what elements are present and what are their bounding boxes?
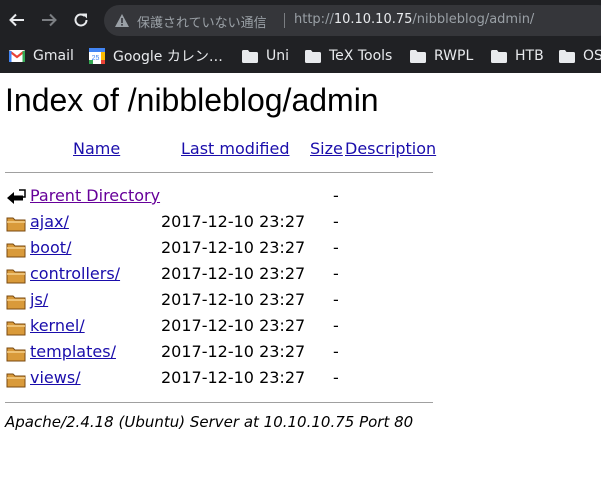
- bookmark-folder-os[interactable]: OS: [559, 46, 601, 66]
- directory-link[interactable]: templates/: [30, 342, 116, 361]
- size-value: -: [333, 342, 339, 361]
- address-bar[interactable]: 保護されていない通信 http://10.10.10.75/nibbleblog…: [104, 5, 601, 36]
- bookmark-label: TeX Tools: [329, 48, 393, 64]
- url-path: /nibbleblog/admin/: [412, 12, 535, 27]
- directory-link[interactable]: ajax/: [30, 212, 69, 231]
- forward-button[interactable]: [38, 9, 60, 31]
- header-divider: [5, 172, 433, 173]
- size-value: -: [333, 238, 339, 257]
- directory-link[interactable]: js/: [30, 290, 48, 309]
- directory-row: kernel/ 2017-12-10 23:27 -: [0, 314, 601, 340]
- page-title: Index of /nibbleblog/admin: [5, 82, 379, 118]
- bookmark-label: OS: [583, 48, 601, 64]
- back-arrow-icon: [7, 189, 26, 204]
- size-value: -: [333, 186, 339, 205]
- size-value: -: [333, 316, 339, 335]
- browser-chrome: 保護されていない通信 http://10.10.10.75/nibbleblog…: [0, 0, 601, 73]
- last-modified-value: 2017-12-10 23:27: [161, 368, 306, 387]
- folder-icon: [6, 269, 26, 284]
- url-host: 10.10.10.75: [333, 12, 413, 27]
- bookmark-folder-uni[interactable]: Uni: [242, 46, 289, 66]
- bookmark-label: RWPL: [434, 48, 474, 64]
- last-modified-value: 2017-12-10 23:27: [161, 264, 306, 283]
- sort-by-name-link[interactable]: Name: [73, 139, 120, 158]
- parent-directory-row: Parent Directory -: [0, 184, 601, 210]
- footer-divider: [5, 402, 433, 403]
- directory-link[interactable]: views/: [30, 368, 81, 387]
- size-value: -: [333, 368, 339, 387]
- last-modified-value: 2017-12-10 23:27: [161, 212, 306, 231]
- gmail-icon: [9, 48, 25, 64]
- bookmark-folder-rwpl[interactable]: RWPL: [410, 46, 473, 66]
- server-signature: Apache/2.4.18 (Ubuntu) Server at 10.10.1…: [5, 413, 414, 431]
- sort-by-size-link[interactable]: Size: [310, 139, 343, 158]
- bookmark-label: Uni: [266, 48, 290, 64]
- security-status[interactable]: 保護されていない通信: [137, 12, 267, 31]
- directory-link[interactable]: controllers/: [30, 264, 120, 283]
- folder-icon: [6, 373, 26, 388]
- folder-icon: [491, 48, 507, 64]
- directory-row: templates/ 2017-12-10 23:27 -: [0, 340, 601, 366]
- warning-icon: [115, 14, 129, 27]
- directory-link[interactable]: kernel/: [30, 316, 85, 335]
- bookmark-folder-tex-tools[interactable]: TeX Tools: [305, 46, 392, 66]
- google-calendar-icon: 25: [89, 48, 105, 64]
- bookmark-google-calendar[interactable]: 25 Google カレン…: [89, 46, 223, 66]
- navigation-bar: 保護されていない通信 http://10.10.10.75/nibbleblog…: [0, 0, 601, 40]
- url-text[interactable]: http://10.10.10.75/nibbleblog/admin/: [294, 12, 534, 27]
- parent-directory-link[interactable]: Parent Directory: [30, 186, 160, 205]
- folder-icon: [410, 48, 426, 64]
- folder-icon: [305, 48, 321, 64]
- sort-by-last-modified-link[interactable]: Last modified: [181, 139, 289, 158]
- directory-row: js/ 2017-12-10 23:27 -: [0, 288, 601, 314]
- forward-arrow-icon: [42, 13, 57, 27]
- bookmark-label: Gmail: [33, 48, 74, 64]
- directory-row: views/ 2017-12-10 23:27 -: [0, 366, 601, 392]
- directory-listing-page: Index of /nibbleblog/admin Name Last mod…: [0, 73, 601, 485]
- directory-row: controllers/ 2017-12-10 23:27 -: [0, 262, 601, 288]
- directory-row: ajax/ 2017-12-10 23:27 -: [0, 210, 601, 236]
- size-value: -: [333, 290, 339, 309]
- bookmark-label: HTB: [515, 48, 544, 64]
- svg-text:25: 25: [92, 55, 100, 62]
- bookmark-label: Google カレン…: [113, 49, 223, 65]
- back-button[interactable]: [6, 9, 28, 31]
- last-modified-value: 2017-12-10 23:27: [161, 342, 306, 361]
- folder-icon: [242, 48, 258, 64]
- bookmark-folder-htb[interactable]: HTB: [491, 46, 544, 66]
- last-modified-value: 2017-12-10 23:27: [161, 290, 306, 309]
- directory-row: boot/ 2017-12-10 23:27 -: [0, 236, 601, 262]
- bookmarks-bar: Gmail 25 Google カレン… Uni TeX Tools RWPL …: [0, 40, 601, 73]
- last-modified-value: 2017-12-10 23:27: [161, 238, 306, 257]
- folder-icon: [6, 321, 26, 336]
- back-arrow-icon: [9, 13, 24, 27]
- reload-button[interactable]: [70, 9, 92, 31]
- omnibox-divider: [284, 13, 285, 28]
- size-value: -: [333, 212, 339, 231]
- folder-icon: [559, 48, 575, 64]
- directory-link[interactable]: boot/: [30, 238, 71, 257]
- size-value: -: [333, 264, 339, 283]
- last-modified-value: 2017-12-10 23:27: [161, 316, 306, 335]
- folder-icon: [6, 243, 26, 258]
- folder-icon: [6, 295, 26, 310]
- url-scheme: http://: [294, 12, 334, 27]
- bookmark-gmail[interactable]: Gmail: [9, 46, 74, 66]
- sort-by-description-link[interactable]: Description: [345, 139, 436, 158]
- folder-icon: [6, 217, 26, 232]
- folder-icon: [6, 347, 26, 362]
- reload-icon: [74, 13, 88, 27]
